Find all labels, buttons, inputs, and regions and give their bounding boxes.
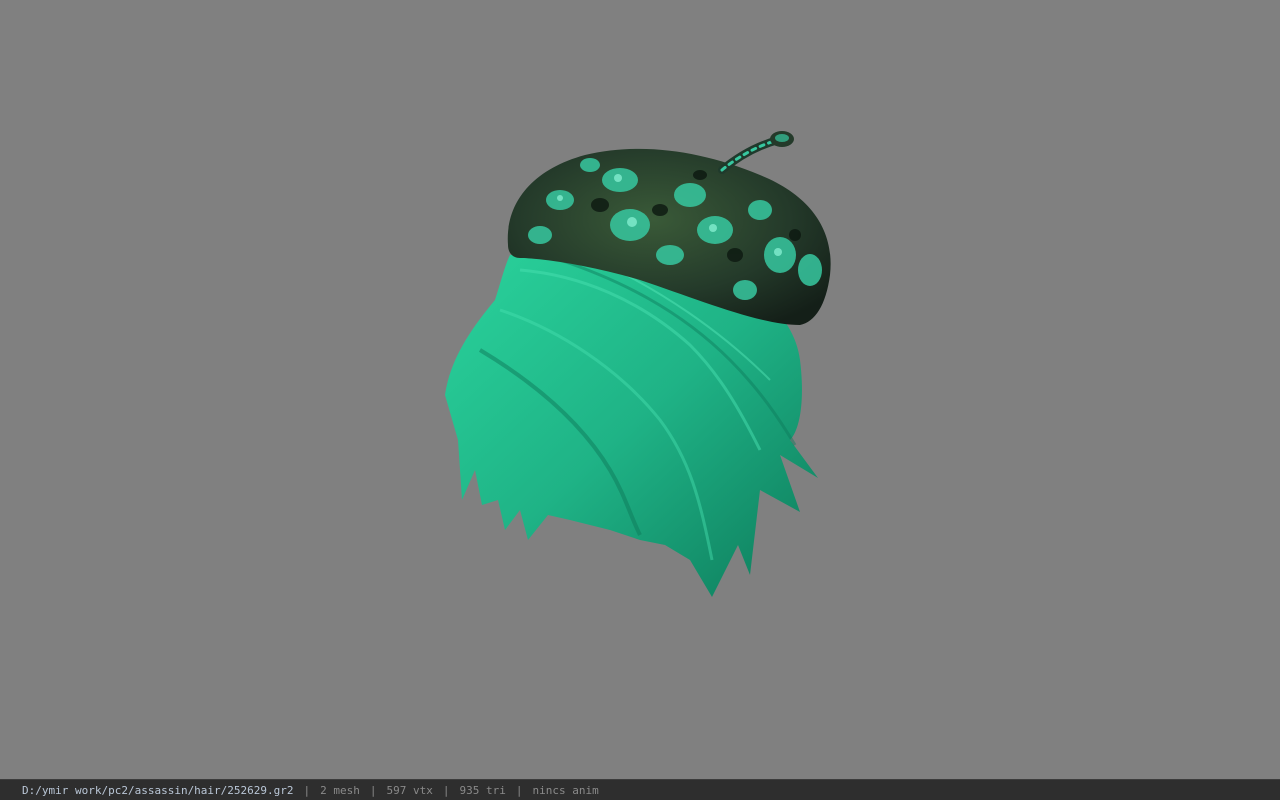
triangle-count: 935 tri <box>459 783 506 797</box>
mesh-count: 2 mesh <box>320 783 360 797</box>
separator: | <box>442 783 450 797</box>
separator: | <box>515 783 523 797</box>
model-render <box>445 131 831 597</box>
animation-info: nincs anim <box>532 783 599 797</box>
status-bar: D:/ymir work/pc2/assassin/hair/252629.gr… <box>0 779 1280 800</box>
separator: | <box>369 783 377 797</box>
3d-viewport[interactable] <box>0 0 1280 779</box>
file-path: D:/ymir work/pc2/assassin/hair/252629.gr… <box>22 783 294 797</box>
separator: | <box>303 783 311 797</box>
vertex-count: 597 vtx <box>386 783 433 797</box>
